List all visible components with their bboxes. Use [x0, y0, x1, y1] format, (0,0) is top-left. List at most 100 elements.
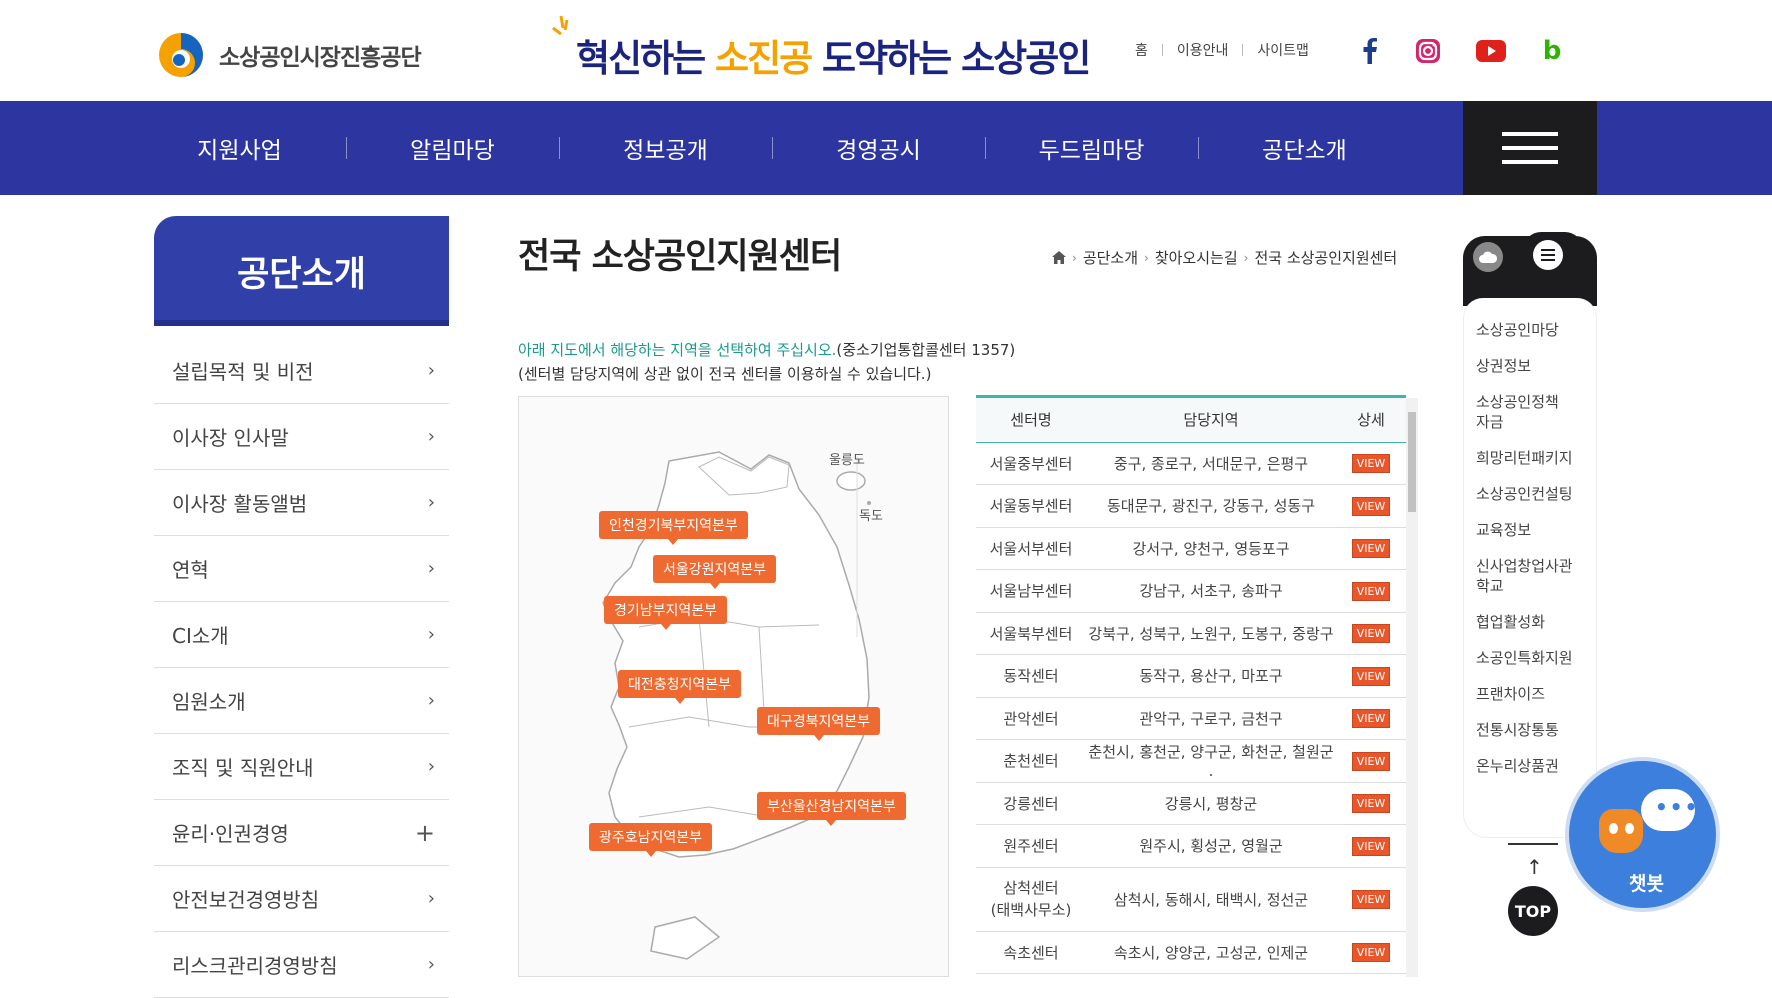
sidebar-item-vision[interactable]: 설립목적 및 비전 › [154, 338, 449, 404]
sidebar-item-label: 이사장 인사말 [172, 426, 289, 450]
top-label[interactable]: TOP [1508, 886, 1558, 936]
column-header: 센터명 [976, 398, 1086, 443]
menu-hamburger-icon[interactable] [1463, 101, 1597, 195]
sidebar-item-ci[interactable]: CI소개 › [154, 602, 449, 668]
guide-tail: (중소기업통합콜센터 1357) [836, 341, 1016, 359]
view-button[interactable]: VIEW [1351, 943, 1391, 963]
home-icon[interactable] [1052, 251, 1066, 264]
logo-emblem-icon [159, 33, 203, 77]
sidebar-item-label: 안전보건경영방침 [172, 888, 320, 912]
view-button[interactable]: VIEW [1351, 539, 1391, 559]
sidebar-item-greeting[interactable]: 이사장 인사말 › [154, 404, 449, 470]
util-guide-link[interactable]: 이용안내 [1177, 40, 1229, 60]
gnb-notice[interactable]: 알림마당 [346, 101, 559, 195]
instagram-icon[interactable] [1415, 38, 1441, 64]
chevron-right-icon: › [427, 690, 435, 711]
chatbot-button[interactable]: ••• 챗봇 [1565, 757, 1720, 912]
view-button[interactable]: VIEW [1351, 666, 1391, 686]
region-daejeon-chungcheong[interactable]: 대전충청지역본부 [618, 670, 742, 704]
quick-item[interactable]: 상권정보 [1476, 356, 1596, 376]
facebook-icon[interactable] [1357, 38, 1383, 64]
view-button[interactable]: VIEW [1351, 709, 1391, 729]
sidebar-title: 공단소개 [154, 216, 449, 326]
quick-menu-header [1463, 232, 1597, 306]
view-button[interactable]: VIEW [1351, 624, 1391, 644]
sidebar-item-ethics[interactable]: 윤리·인권경영 + [154, 800, 449, 866]
youtube-icon[interactable] [1476, 38, 1506, 64]
table-row: 서울동부센터 동대문구, 광진구, 강동구, 성동구 VIEW [976, 484, 1406, 528]
island-label: 울릉도 [829, 453, 865, 468]
breadcrumb-item[interactable]: 공단소개 [1083, 247, 1138, 268]
view-button[interactable]: VIEW [1351, 581, 1391, 601]
scrollbar-thumb[interactable] [1408, 412, 1416, 512]
view-button[interactable]: VIEW [1351, 496, 1391, 516]
center-name: 춘천센터 [976, 739, 1086, 783]
chevron-right-icon: › [427, 360, 435, 381]
quick-item[interactable]: 온누리상품권 [1476, 756, 1596, 776]
breadcrumb-item[interactable]: 찾아오시는길 [1155, 247, 1238, 268]
center-name: 서울북부센터 [976, 612, 1086, 655]
sidebar-item-label: 이사장 활동앨범 [172, 492, 308, 516]
view-button[interactable]: VIEW [1351, 836, 1391, 856]
sidebar-item-executives[interactable]: 임원소개 › [154, 668, 449, 734]
page-title: 전국 소상공인지원센터 [518, 237, 842, 277]
scroll-top-button[interactable]: ↑ TOP [1508, 843, 1558, 965]
view-button[interactable]: VIEW [1351, 454, 1391, 474]
column-header: 담당지역 [1086, 398, 1336, 443]
center-area: 강서구, 양천구, 영등포구 [1086, 527, 1336, 570]
region-daegu-gyeongbuk[interactable]: 대구경북지역본부 [757, 707, 881, 741]
view-button[interactable]: VIEW [1351, 890, 1391, 909]
quick-item[interactable]: 프랜차이즈 [1476, 684, 1596, 704]
quick-item[interactable]: 소공인특화지원 [1476, 648, 1596, 668]
region-seoul-gangwon[interactable]: 서울강원지역본부 [653, 555, 777, 589]
center-area: 춘천시, 홍천군, 양구군, 화천군, 철원군 . [1086, 739, 1336, 783]
region-gwangju-honam[interactable]: 광주호남지역본부 [589, 823, 713, 857]
quick-item[interactable]: 희망리턴패키지 [1476, 448, 1596, 468]
table-row: 강릉센터 강릉시, 평창군 VIEW [976, 782, 1406, 825]
center-name: 서울중부센터 [976, 442, 1086, 485]
list-icon[interactable] [1533, 240, 1563, 270]
gnb-disclosure[interactable]: 정보공개 [559, 101, 772, 195]
sidebar-item-label: 설립목적 및 비전 [172, 360, 314, 384]
chevron-right-icon: › [427, 954, 435, 975]
gnb-about[interactable]: 공단소개 [1198, 101, 1411, 195]
map-guide: 아래 지도에서 해당하는 지역을 선택하여 주십시오.(중소기업통합콜센터 13… [518, 339, 1015, 360]
sidebar-item-organization[interactable]: 조직 및 직원안내 › [154, 734, 449, 800]
quick-item[interactable]: 협업활성화 [1476, 612, 1596, 632]
mascot-eye [1609, 823, 1618, 834]
sidebar-item-history[interactable]: 연혁 › [154, 536, 449, 602]
region-busan-ulsan-gyeongnam[interactable]: 부산울산경남지역본부 [757, 792, 906, 826]
gnb-dodream[interactable]: 두드림마당 [985, 101, 1198, 195]
center-area: 동대문구, 광진구, 강동구, 성동구 [1086, 484, 1336, 528]
quick-item[interactable]: 교육정보 [1476, 520, 1596, 540]
quick-item[interactable]: 소상공인정책 자금 [1476, 392, 1596, 432]
quick-item[interactable]: 전통시장통통 [1476, 720, 1596, 740]
gnb-management[interactable]: 경영공시 [772, 101, 985, 195]
guide-note: (센터별 담당지역에 상관 없이 전국 센터를 이용하실 수 있습니다.) [518, 365, 932, 383]
region-incheon-north[interactable]: 인천경기북부지역본부 [599, 511, 748, 545]
center-name: 서울서부센터 [976, 527, 1086, 570]
util-home-link[interactable]: 홈 [1135, 40, 1148, 60]
site-header: 소상공인시장진흥공단 혁신하는 소진공 도약하는 소상공인 홈 이용안내 사이트… [0, 0, 1772, 101]
blog-icon[interactable]: b [1539, 36, 1565, 66]
table-row: 서울중부센터 중구, 종로구, 서대문구, 은평구 VIEW [976, 442, 1406, 485]
gnb-support[interactable]: 지원사업 [133, 101, 346, 195]
sidebar-item-risk[interactable]: 리스크관리경영방침 › [154, 932, 449, 998]
site-logo[interactable]: 소상공인시장진흥공단 [153, 31, 422, 79]
util-sitemap-link[interactable]: 사이트맵 [1257, 40, 1309, 60]
table-scrollbar[interactable] [1406, 398, 1418, 977]
view-button[interactable]: VIEW [1351, 794, 1391, 814]
cloud-icon[interactable] [1473, 242, 1503, 272]
table-row: 서울서부센터 강서구, 양천구, 영등포구 VIEW [976, 527, 1406, 570]
center-name: 속초센터 [976, 931, 1086, 974]
region-gyeonggi-south[interactable]: 경기남부지역본부 [604, 596, 728, 630]
slogan-part4: 소상공인 [961, 36, 1091, 80]
view-button[interactable]: VIEW [1351, 751, 1391, 771]
sidebar-item-label: 임원소개 [172, 690, 246, 714]
quick-item[interactable]: 소상공인컨설팅 [1476, 484, 1596, 504]
sidebar-item-album[interactable]: 이사장 활동앨범 › [154, 470, 449, 536]
sidebar-item-safety[interactable]: 안전보건경영방침 › [154, 866, 449, 932]
slogan-part2: 소진공 [715, 36, 813, 80]
quick-item[interactable]: 신사업창업사관 학교 [1476, 556, 1596, 596]
quick-item[interactable]: 소상공인마당 [1476, 320, 1596, 340]
